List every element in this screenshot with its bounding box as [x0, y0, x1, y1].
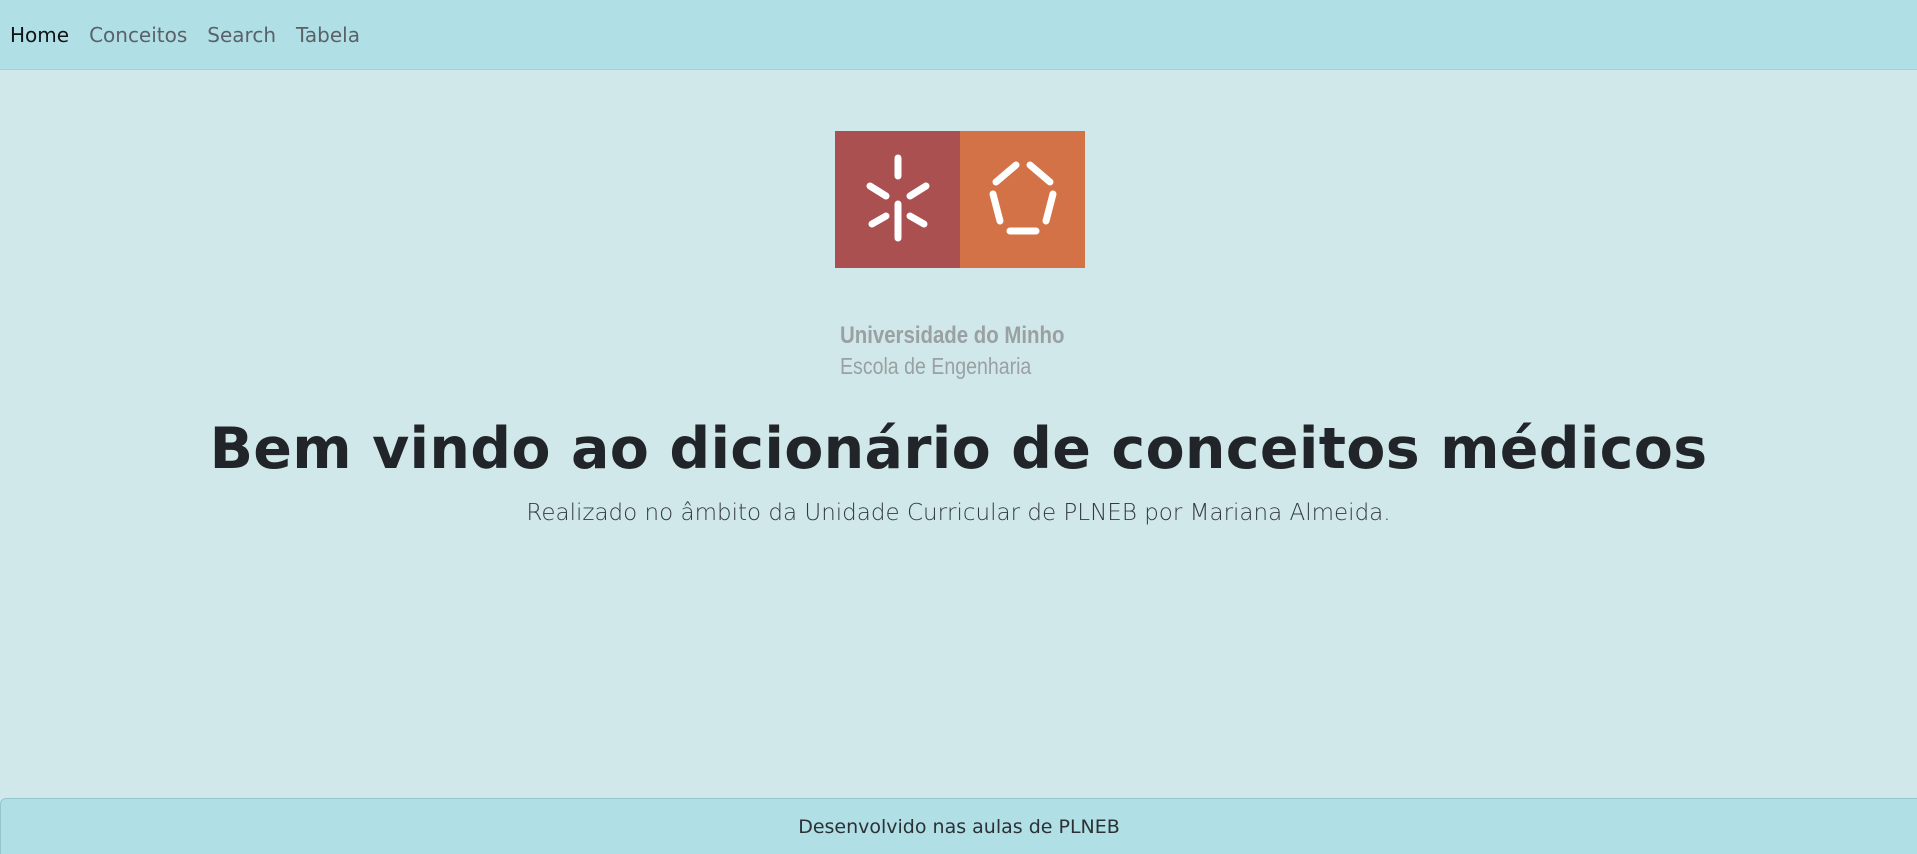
asterisk-icon [866, 154, 929, 241]
logo-left-panel [835, 131, 960, 268]
page-title: Bem vindo ao dicionário de conceitos méd… [209, 416, 1708, 482]
logo-right-panel [960, 131, 1085, 268]
footer-text: Desenvolvido nas aulas de PLNEB [798, 815, 1120, 838]
nav-link-conceitos[interactable]: Conceitos [89, 25, 187, 45]
top-navbar: Home Conceitos Search Tabela [0, 0, 1917, 70]
nav-link-home[interactable]: Home [10, 25, 69, 45]
page-subtitle: Realizado no âmbito da Unidade Curricula… [526, 500, 1391, 526]
school-name: Escola de Engenharia [840, 353, 1032, 379]
page-footer: Desenvolvido nas aulas de PLNEB [0, 798, 1917, 854]
university-logo [835, 131, 1085, 268]
nav-link-tabela[interactable]: Tabela [296, 25, 360, 45]
university-name: Universidade do Minho [840, 322, 1065, 349]
nav-link-search[interactable]: Search [207, 25, 276, 45]
university-wordmark: Universidade do Minho Escola de Engenhar… [840, 321, 1064, 381]
pentagon-icon [989, 161, 1056, 234]
